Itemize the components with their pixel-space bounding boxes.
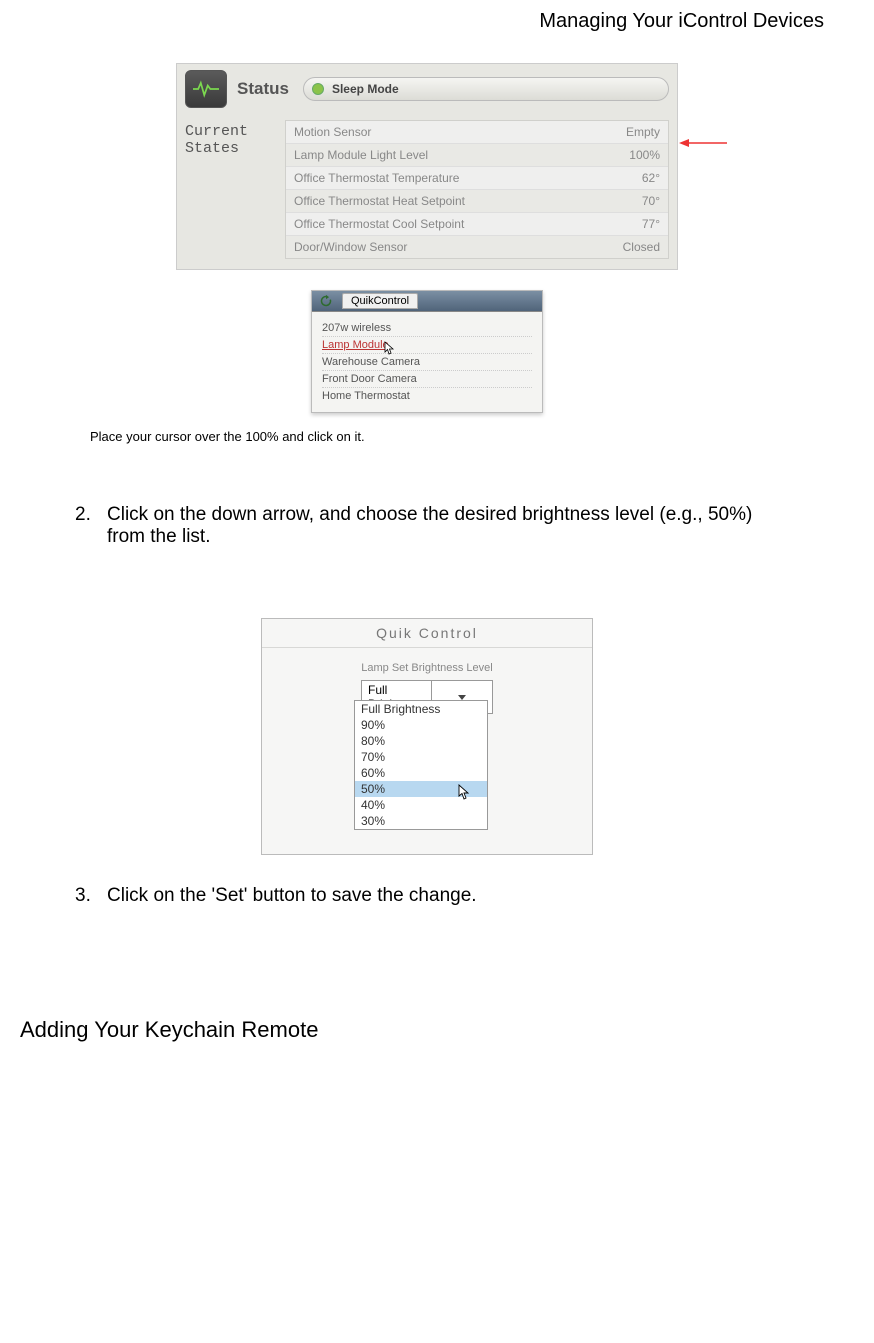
- state-value: 70°: [642, 194, 660, 208]
- step-number: 3.: [75, 885, 107, 907]
- quikcontrol-item[interactable]: Home Thermostat: [322, 388, 532, 404]
- sleep-mode-text: Sleep Mode: [332, 82, 399, 96]
- brightness-field-label: Lamp Set Brightness Level: [262, 662, 592, 674]
- quikcontrol-list: 207w wireless Lamp Module Warehouse Came…: [312, 312, 542, 412]
- quikcontrol-item[interactable]: 207w wireless: [322, 320, 532, 337]
- status-label: Status: [237, 79, 289, 99]
- state-name: Door/Window Sensor: [294, 240, 407, 254]
- refresh-icon[interactable]: [318, 293, 334, 309]
- state-value: 62°: [642, 171, 660, 185]
- brightness-option[interactable]: 80%: [355, 733, 487, 749]
- brightness-option[interactable]: 90%: [355, 717, 487, 733]
- state-name: Office Thermostat Cool Setpoint: [294, 217, 464, 231]
- state-value: 77°: [642, 217, 660, 231]
- state-row[interactable]: Motion Sensor Empty: [286, 121, 668, 144]
- cursor-icon: [458, 784, 472, 805]
- figure-caption: Place your cursor over the 100% and clic…: [90, 429, 834, 444]
- state-value[interactable]: 100%: [629, 148, 660, 162]
- quikcontrol-item[interactable]: Front Door Camera: [322, 371, 532, 388]
- state-name: Lamp Module Light Level: [294, 148, 428, 162]
- state-row[interactable]: Office Thermostat Cool Setpoint 77°: [286, 213, 668, 236]
- section-heading: Adding Your Keychain Remote: [20, 1017, 834, 1043]
- page-header-title: Managing Your iControl Devices: [20, 10, 824, 33]
- state-name: Office Thermostat Heat Setpoint: [294, 194, 465, 208]
- state-name: Motion Sensor: [294, 125, 371, 139]
- state-row[interactable]: Door/Window Sensor Closed: [286, 236, 668, 258]
- brightness-option[interactable]: Full Brightness: [355, 701, 487, 717]
- quikcontrol-item-label: Lamp Module: [322, 339, 389, 351]
- brightness-panel-title: Quik Control: [262, 619, 592, 648]
- step-3: 3. Click on the 'Set' button to save the…: [75, 885, 794, 907]
- cursor-icon: [384, 341, 396, 358]
- states-table: Motion Sensor Empty Lamp Module Light Le…: [285, 120, 669, 259]
- sleep-dot-icon: [312, 83, 324, 95]
- step-2: 2. Click on the down arrow, and choose t…: [75, 504, 794, 548]
- step-text: Click on the down arrow, and choose the …: [107, 504, 794, 548]
- quikcontrol-item[interactable]: Warehouse Camera: [322, 354, 532, 371]
- sleep-mode-pill[interactable]: Sleep Mode: [303, 77, 669, 101]
- step-text: Click on the 'Set' button to save the ch…: [107, 885, 794, 907]
- state-value: Closed: [623, 240, 660, 254]
- brightness-option[interactable]: 70%: [355, 749, 487, 765]
- brightness-option[interactable]: 60%: [355, 765, 487, 781]
- status-panel: Status Sleep Mode Current States Motion …: [176, 63, 678, 270]
- callout-arrow-icon: [679, 136, 727, 137]
- brightness-panel: Quik Control Lamp Set Brightness Level F…: [261, 618, 593, 855]
- status-bar: Status Sleep Mode: [177, 64, 677, 114]
- state-row[interactable]: Office Thermostat Temperature 62°: [286, 167, 668, 190]
- current-states-label: Current States: [185, 120, 285, 259]
- brightness-option[interactable]: 30%: [355, 813, 487, 829]
- state-row[interactable]: Office Thermostat Heat Setpoint 70°: [286, 190, 668, 213]
- status-pulse-icon: [185, 70, 227, 108]
- brightness-options-list: Full Brightness 90% 80% 70% 60% 50% 40% …: [354, 700, 488, 830]
- state-value: Empty: [626, 125, 660, 139]
- state-row[interactable]: Lamp Module Light Level 100%: [286, 144, 668, 167]
- step-number: 2.: [75, 504, 107, 548]
- quikcontrol-item-lamp-module[interactable]: Lamp Module: [322, 337, 532, 354]
- quikcontrol-titlebar: QuikControl: [312, 291, 542, 312]
- quikcontrol-tab[interactable]: QuikControl: [342, 293, 418, 309]
- state-name: Office Thermostat Temperature: [294, 171, 459, 185]
- quikcontrol-popup: QuikControl 207w wireless Lamp Module Wa…: [311, 290, 543, 413]
